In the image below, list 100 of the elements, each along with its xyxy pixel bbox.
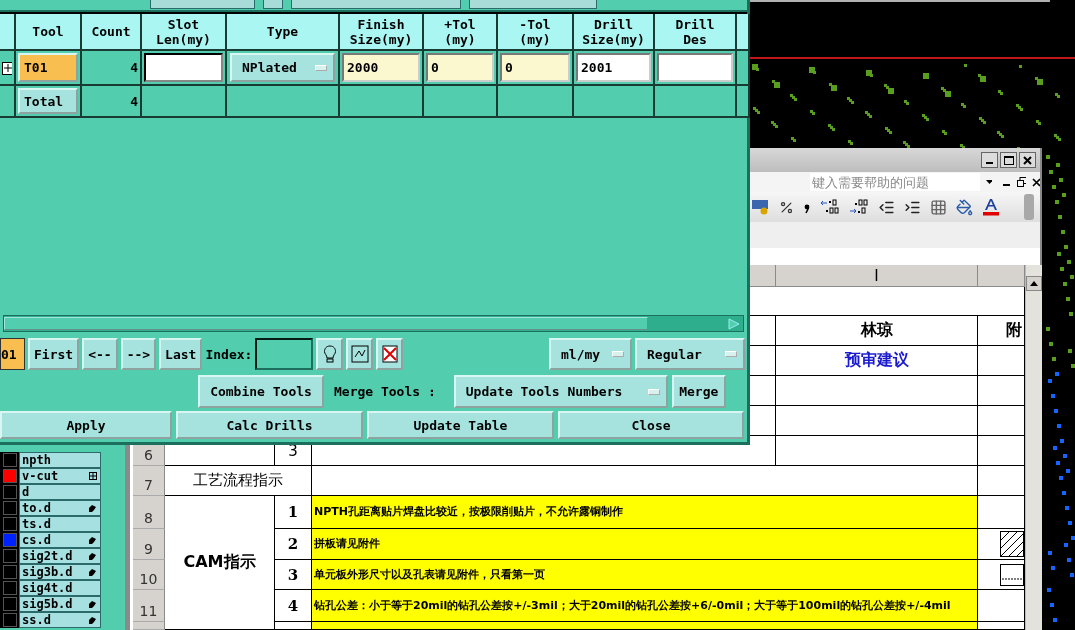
table-cell: 附 (978, 316, 1025, 346)
table-cell: CAM指示 (165, 496, 275, 630)
column-header: Tool (16, 14, 82, 51)
row-header[interactable]: 11 (133, 590, 165, 622)
scroll-up-icon (1030, 281, 1038, 286)
delete-icon (380, 345, 399, 363)
vertical-scrollbar[interactable] (1025, 265, 1042, 630)
column-header: +Tol (my) (424, 14, 498, 51)
table-cell: 单元板外形尺寸以及孔表请见附件，只看第一页 (312, 560, 978, 590)
row-header[interactable]: 9 (133, 529, 165, 560)
input-field[interactable]: 0 (500, 53, 570, 82)
delete-button[interactable] (376, 338, 404, 370)
nav-button[interactable]: --> (120, 338, 157, 370)
layer-item[interactable]: sig2t.d (19, 548, 101, 564)
layer-item[interactable]: v-cut (19, 468, 101, 484)
table-cell (978, 346, 1025, 376)
font-color-icon[interactable] (982, 198, 1000, 216)
table-cell: 1 (275, 496, 312, 529)
column-header: Type (227, 14, 340, 51)
minimize-button[interactable] (981, 152, 998, 168)
nav-button[interactable]: First (28, 338, 80, 370)
row-header[interactable]: 8 (133, 496, 165, 529)
table-cell: 2 (275, 529, 312, 560)
hand-icon (88, 503, 97, 513)
maximize-icon (1003, 155, 1014, 165)
type-dropdown[interactable]: NPlated (230, 53, 335, 82)
row-header[interactable]: 10 (133, 560, 165, 590)
column-header: Drill Des (655, 14, 737, 51)
help-search-field[interactable]: 键入需要帮助的问题 (810, 173, 980, 191)
index-field[interactable] (255, 338, 314, 370)
current-tool: 01 (0, 338, 25, 370)
nav-button[interactable]: <-- (82, 338, 118, 370)
grid-icon (89, 472, 97, 480)
merge-mode-dropdown[interactable]: Update Tools Numbers (453, 375, 668, 408)
input-field[interactable] (150, 0, 255, 9)
column-header: Finish Size(my) (340, 14, 424, 51)
action-button[interactable]: Calc Drills (176, 411, 363, 439)
decrease-decimal-icon[interactable] (849, 199, 869, 215)
scroll-thumb[interactable] (4, 317, 648, 330)
layer-item[interactable]: ss.d (19, 612, 101, 628)
table-cell: 4 (275, 590, 312, 622)
input-field[interactable] (469, 0, 597, 9)
layer-item[interactable]: sig3b.d (19, 564, 101, 580)
input-field[interactable] (263, 0, 283, 9)
zigzag-icon (350, 345, 369, 363)
action-button[interactable]: Apply (0, 411, 172, 439)
bulb-button[interactable] (316, 338, 344, 370)
borders-icon[interactable] (930, 198, 947, 216)
menu-indicator-icon (612, 351, 624, 357)
layer-item[interactable]: ts.d (19, 516, 101, 532)
index-label: Index: (205, 345, 253, 364)
close-icon[interactable] (1031, 177, 1040, 187)
input-field[interactable]: 2001 (576, 53, 651, 82)
action-button[interactable]: Close (558, 411, 744, 439)
menu-indicator-icon (315, 64, 327, 71)
bulb-icon (322, 345, 337, 363)
table-cell: 拼板请见附件 (312, 529, 978, 560)
tool-button[interactable]: T01 (18, 53, 78, 82)
percent-icon[interactable] (779, 199, 794, 215)
close-button[interactable] (1019, 152, 1036, 168)
horizontal-scrollbar[interactable] (3, 315, 744, 332)
row-header[interactable]: 7 (133, 466, 165, 496)
action-button[interactable]: Update Table (367, 411, 554, 439)
menu-indicator-icon (647, 388, 660, 395)
increase-decimal-icon[interactable] (820, 199, 840, 215)
close-icon (1023, 155, 1032, 165)
input-field[interactable]: 2000 (342, 53, 420, 82)
total-count: 4 (82, 86, 142, 118)
tool-count: 4 (82, 51, 142, 86)
layer-item[interactable]: d (19, 484, 101, 500)
mode-dropdown[interactable]: Regular (635, 338, 745, 370)
table-cell (978, 436, 1025, 466)
combine-tools-button[interactable]: Combine Tools (198, 375, 324, 408)
table-cell: 工艺流程指示 (165, 466, 312, 496)
column-header (737, 14, 750, 51)
table-cell: 预审建议 (776, 346, 978, 376)
expand-icon[interactable] (2, 60, 12, 75)
column-header: -Tol (my) (498, 14, 574, 51)
caret-icon[interactable] (986, 180, 993, 184)
fill-color-icon[interactable] (956, 198, 973, 216)
table-cell (978, 406, 1025, 436)
restore-icon[interactable] (1016, 177, 1026, 187)
layer-item[interactable]: to.d (19, 500, 101, 516)
dropdown-button[interactable] (291, 0, 461, 9)
currency-icon[interactable] (752, 199, 770, 215)
column-header: Drill Size(my) (574, 14, 655, 51)
maximize-button[interactable] (1000, 152, 1017, 168)
total-button[interactable]: Total (18, 88, 78, 114)
layer-item[interactable]: cs.d (19, 532, 101, 548)
table-cell: 林琼 (776, 316, 978, 346)
layer-item[interactable]: npth (19, 452, 101, 468)
layer-item[interactable]: sig5b.d (19, 596, 101, 612)
scroll-up-button[interactable] (1026, 276, 1042, 291)
unit-dropdown[interactable]: ml/my (549, 338, 632, 370)
nav-button[interactable]: Last (159, 338, 203, 370)
menu-indicator-icon (725, 351, 737, 357)
input-field[interactable]: 0 (426, 53, 494, 82)
column-header[interactable]: I (776, 265, 978, 287)
layer-item[interactable]: sig4t.d (19, 580, 101, 596)
merge-button[interactable]: Merge (671, 375, 726, 408)
